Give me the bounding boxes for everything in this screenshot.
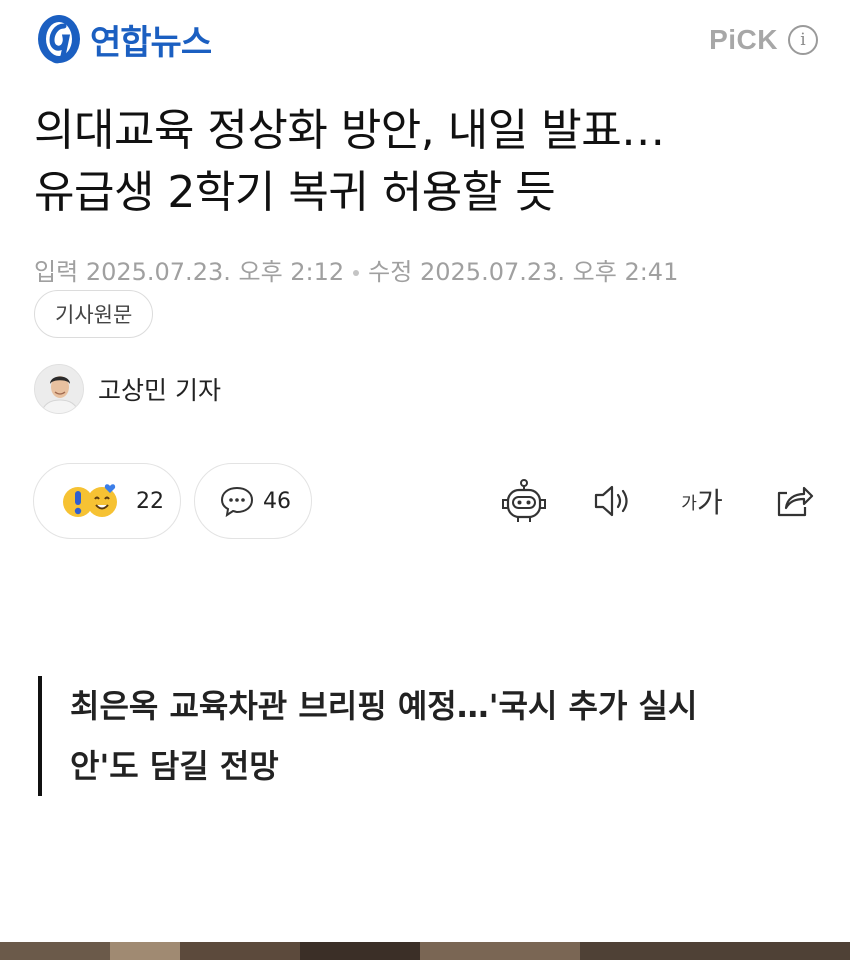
- published-label: 입력: [34, 258, 79, 286]
- published-time: 2025.07.23. 오후 2:12: [85, 258, 345, 286]
- comment-count: 46: [263, 488, 291, 514]
- pick-badge[interactable]: PiCK i: [709, 24, 818, 56]
- photo-segment: [180, 942, 300, 960]
- subhead-line-2: 안'도 담길 전망: [70, 747, 279, 785]
- photo-segment: [420, 942, 580, 960]
- modified-label: 수정: [368, 258, 413, 286]
- photo-segment: [110, 942, 180, 960]
- ai-summary-button[interactable]: [498, 478, 550, 524]
- tts-speaker-icon: [594, 485, 628, 517]
- reporter-info[interactable]: 고상민 기자: [34, 364, 221, 414]
- reporter-avatar: [34, 364, 84, 414]
- tts-button[interactable]: [592, 478, 634, 524]
- title-line-1: 의대교육 정상화 방안, 내일 발표…: [34, 105, 665, 156]
- app-header: 연합뉴스 PiCK i: [0, 0, 850, 84]
- font-size-large-label: 가: [696, 486, 723, 519]
- title-line-2: 유급생 2학기 복귀 허용할 듯: [34, 167, 556, 218]
- logo-text: 연합뉴스: [90, 22, 212, 63]
- info-icon[interactable]: i: [788, 25, 818, 55]
- ai-summary-robot-icon: [502, 479, 546, 522]
- article-title: 의대교육 정상화 방안, 내일 발표… 유급생 2학기 복귀 허용할 듯: [34, 100, 824, 224]
- photo-segment: [300, 942, 420, 960]
- reaction-emoji-icon: [58, 481, 124, 521]
- modified-time: 2025.07.23. 오후 2:41: [419, 258, 679, 286]
- photo-segment: [580, 942, 850, 960]
- article-dates: 입력 2025.07.23. 오후 2:12 수정 2025.07.23. 오후 …: [34, 252, 678, 287]
- original-article-label: 기사원문: [55, 303, 133, 327]
- article-subheadline: 최은옥 교육차관 브리핑 예정…'국시 추가 실시 안'도 담길 전망: [38, 676, 778, 796]
- original-article-button[interactable]: 기사원문: [34, 290, 154, 338]
- reaction-button[interactable]: 22: [33, 463, 181, 539]
- separator-dot: [353, 270, 360, 276]
- comment-icon: [220, 486, 254, 518]
- share-button[interactable]: [772, 478, 816, 524]
- yonhap-logo[interactable]: 연합뉴스: [34, 12, 212, 66]
- font-size-button[interactable]: 가가: [676, 478, 728, 524]
- comment-button[interactable]: 46: [194, 463, 312, 539]
- subhead-line-1: 최은옥 교육차관 브리핑 예정…'국시 추가 실시: [70, 687, 698, 725]
- font-size-small-label: 가: [681, 493, 697, 514]
- reporter-name: 고상민 기자: [98, 376, 221, 405]
- article-photo[interactable]: [0, 942, 850, 960]
- share-icon: [777, 486, 814, 517]
- photo-segment: [0, 942, 110, 960]
- yonhap-logo-icon: [38, 15, 80, 64]
- reporter-photo-icon: [35, 365, 83, 413]
- reaction-count: 22: [136, 488, 164, 514]
- pick-label: PiCK: [709, 24, 778, 55]
